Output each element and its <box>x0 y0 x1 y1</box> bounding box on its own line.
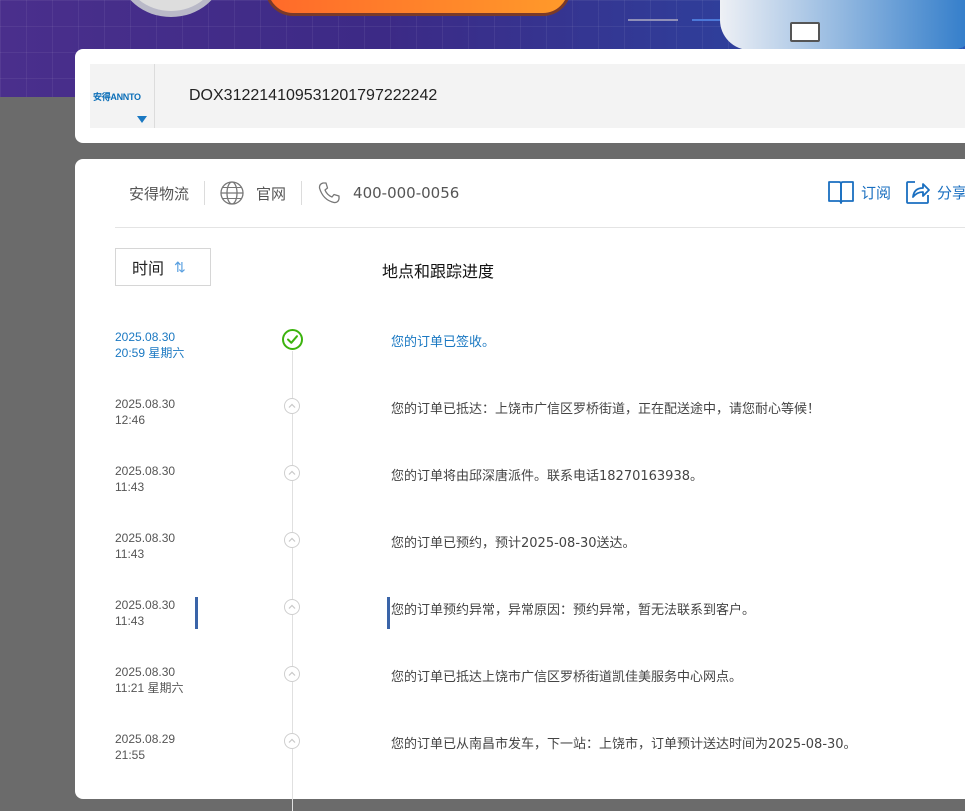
tracking-number-input[interactable] <box>187 86 691 106</box>
tracking-card: 安得物流 官网 400-000-0056 订阅 分享 时间 ⇅ 地点和跟踪进度 … <box>75 159 965 811</box>
subscribe-button[interactable]: 订阅 <box>827 179 891 205</box>
carousel-indicator-1[interactable] <box>628 19 678 21</box>
banner-pill-graphic <box>265 0 571 16</box>
share-icon <box>906 181 930 204</box>
annto-logo: 安得ANNTO <box>93 92 141 102</box>
event-date: 2025.08.30 <box>115 665 176 679</box>
exception-marker <box>387 597 390 629</box>
share-button[interactable]: 分享 <box>905 179 965 205</box>
event-datetime: 2025.08.30 11:43 <box>115 463 175 495</box>
event-datetime: 2025.08.30 11:21 星期六 <box>115 664 183 696</box>
event-time: 20:59 星期六 <box>115 346 185 360</box>
event-datetime: 2025.08.30 11:43 <box>115 530 175 562</box>
timeline-row: 2025.08.30 11:43 您的订单预约异常，异常原因：预约异常，暂无法联系到… <box>75 597 965 637</box>
share-label: 分享 <box>936 183 965 202</box>
event-datetime: 2025.08.30 20:59 星期六 <box>115 329 184 361</box>
caret-down-icon[interactable] <box>137 116 147 123</box>
event-message: 您的订单已抵达：上饶市广信区罗桥街道，正在配送途中，请您耐心等候！ <box>391 402 821 417</box>
banner-figure-graphic <box>720 0 965 50</box>
book-icon <box>828 181 854 204</box>
globe-icon <box>220 181 244 205</box>
company-name: 安得物流 <box>129 184 190 203</box>
event-message: 您的订单预约异常，异常原因：预约异常，暂无法联系到客户。 <box>391 603 756 618</box>
search-card: 安得ANNTO <box>75 49 965 143</box>
chevron-up-icon <box>284 532 300 548</box>
banner-box-graphic <box>790 22 820 42</box>
exception-marker <box>195 597 198 629</box>
timeline-row: 2025.08.30 12:46 您的订单已抵达：上饶市广信区罗桥街道，正在配送途中… <box>75 396 965 436</box>
chevron-up-icon <box>284 465 300 481</box>
chevron-up-icon <box>284 666 300 682</box>
carrier-info-bar: 安得物流 官网 400-000-0056 订阅 分享 <box>115 159 965 228</box>
event-date: 2025.08.30 <box>115 397 176 411</box>
event-date: 2025.08.30 <box>115 330 176 344</box>
event-message: 您的订单将由邱深唐派件。联系电话18270163938。 <box>391 469 703 484</box>
event-time: 11:21 星期六 <box>115 681 184 695</box>
event-message: 您的订单已抵达上饶市广信区罗桥街道凯佳美服务中心网点。 <box>391 670 743 685</box>
phone-icon <box>318 182 340 204</box>
event-time: 12:46 <box>115 413 146 427</box>
timeline-row: 2025.08.30 11:43 您的订单将由邱深唐派件。联系电话182701639… <box>75 463 965 503</box>
event-time: 11:43 <box>115 480 145 494</box>
subscribe-label: 订阅 <box>860 183 891 202</box>
event-time: 11:43 <box>115 547 145 561</box>
action-group: 订阅 分享 <box>813 179 965 205</box>
divider <box>204 181 206 205</box>
phone-link[interactable]: 400-000-0056 <box>317 181 459 205</box>
event-date: 2025.08.30 <box>115 598 176 612</box>
event-date: 2025.08.29 <box>115 732 176 746</box>
chevron-up-icon <box>284 733 300 749</box>
sort-label: 时间 <box>132 261 165 278</box>
phone-number: 400-000-0056 <box>353 184 460 202</box>
progress-column-header: 地点和跟踪进度 <box>382 264 495 281</box>
timeline-row: 2025.08.30 11:43 您的订单已预约，预计2025-08-30送达。 <box>75 530 965 570</box>
carrier-selector[interactable]: 安得ANNTO <box>90 64 155 128</box>
event-message: 您的订单已签收。 <box>391 335 496 350</box>
check-circle-icon <box>282 329 303 350</box>
divider <box>301 181 303 205</box>
website-link[interactable]: 官网 <box>220 181 286 205</box>
chevron-up-icon <box>284 599 300 615</box>
event-message: 您的订单已从南昌市发车，下一站：上饶市，订单预计送达时间为2025-08-30。 <box>391 737 857 752</box>
event-time: 11:43 <box>115 614 145 628</box>
event-date: 2025.08.30 <box>115 531 176 545</box>
timeline-row: 2025.08.29 21:55 您的订单已从南昌市发车，下一站：上饶市，订单预计送… <box>75 731 965 771</box>
chevron-up-icon <box>284 398 300 414</box>
sort-by-time-button[interactable]: 时间 ⇅ <box>115 248 211 286</box>
event-date: 2025.08.30 <box>115 464 176 478</box>
event-datetime: 2025.08.30 11:43 <box>115 597 175 629</box>
timeline-row: 2025.08.30 11:21 星期六 您的订单已抵达上饶市广信区罗桥街道凯佳美服… <box>75 664 965 704</box>
search-bar: 安得ANNTO <box>90 64 965 128</box>
website-label: 官网 <box>256 184 287 203</box>
event-datetime: 2025.08.30 12:46 <box>115 396 175 428</box>
sort-arrows-icon: ⇅ <box>174 258 186 275</box>
timeline-row: 2025.08.30 20:59 星期六 您的订单已签收。 <box>75 329 965 369</box>
event-datetime: 2025.08.29 21:55 <box>115 731 175 763</box>
event-time: 21:55 <box>115 748 146 762</box>
event-message: 您的订单已预约，预计2025-08-30送达。 <box>391 536 636 551</box>
